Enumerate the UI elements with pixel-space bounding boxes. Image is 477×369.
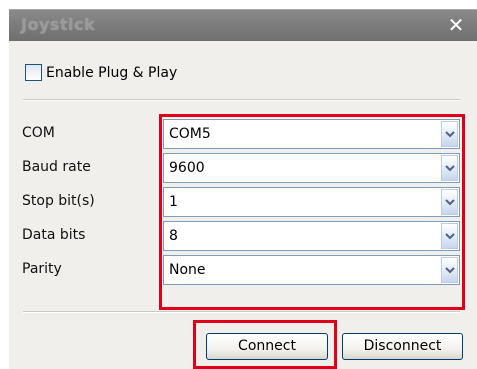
plug-and-play-label: Enable Plug & Play <box>46 64 178 81</box>
baud-rate-select[interactable]: 9600 <box>163 153 460 183</box>
divider-bottom <box>23 311 460 313</box>
plug-and-play-option[interactable]: Enable Plug & Play <box>25 64 177 81</box>
data-bits-label: Data bits <box>22 227 86 243</box>
title-bar[interactable]: Joystick ✕ <box>9 9 477 41</box>
close-icon[interactable]: ✕ <box>445 14 467 36</box>
chevron-down-icon[interactable] <box>441 189 458 215</box>
window-title: Joystick <box>21 15 96 34</box>
stop-bits-select[interactable]: 1 <box>163 187 460 217</box>
data-bits-select[interactable]: 8 <box>163 221 460 251</box>
stop-bits-value: 1 <box>169 194 178 210</box>
com-value: COM5 <box>169 126 211 142</box>
disconnect-button[interactable]: Disconnect <box>342 333 463 360</box>
divider-top <box>23 99 460 101</box>
chevron-down-icon[interactable] <box>441 257 458 283</box>
chevron-down-icon[interactable] <box>441 121 458 147</box>
parity-row: Parity None <box>9 255 477 285</box>
parity-select[interactable]: None <box>163 255 460 285</box>
stop-bits-row: Stop bit(s) 1 <box>9 187 477 217</box>
connect-button[interactable]: Connect <box>206 333 328 360</box>
chevron-down-icon[interactable] <box>441 223 458 249</box>
baud-rate-label: Baud rate <box>22 159 91 175</box>
parity-value: None <box>169 262 206 278</box>
data-bits-value: 8 <box>169 228 178 244</box>
baud-rate-value: 9600 <box>169 160 205 176</box>
stop-bits-label: Stop bit(s) <box>22 193 95 209</box>
com-label: COM <box>22 125 55 141</box>
com-select[interactable]: COM5 <box>163 119 460 149</box>
com-row: COM COM5 <box>9 119 477 149</box>
chevron-down-icon[interactable] <box>441 155 458 181</box>
data-bits-row: Data bits 8 <box>9 221 477 251</box>
baud-rate-row: Baud rate 9600 <box>9 153 477 183</box>
joystick-dialog: Joystick ✕ Enable Plug & Play COM COM5 B… <box>9 9 477 369</box>
parity-label: Parity <box>22 261 62 277</box>
plug-and-play-checkbox[interactable] <box>25 64 42 81</box>
